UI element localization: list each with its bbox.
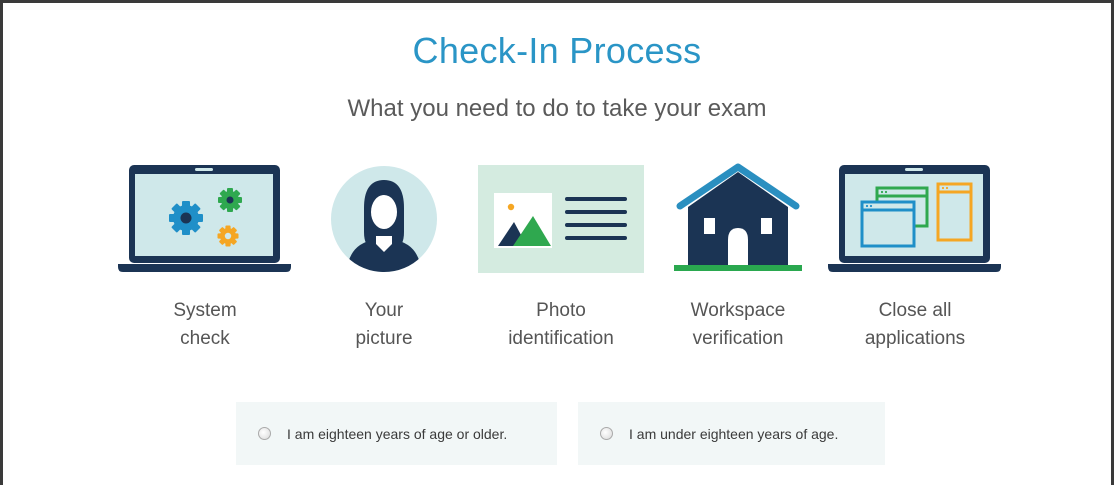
step-label-your-picture: Your picture	[355, 300, 413, 349]
step-label-photo-identification: Photo identification	[508, 300, 614, 349]
radio-label-18-or-older[interactable]: I am eighteen years of age or older.	[287, 426, 507, 442]
age-option-under-18[interactable]: I am under eighteen years of age.	[578, 402, 885, 465]
page-subtitle: What you need to do to take your exam	[347, 95, 767, 122]
step-label-close-all-applications: Close all applications	[864, 300, 966, 349]
laptop-gears-icon	[115, 160, 295, 280]
radio-under-18[interactable]	[600, 427, 613, 440]
person-avatar-icon	[294, 160, 474, 280]
step-label-system-check: System check	[173, 300, 237, 349]
house-icon	[648, 160, 828, 280]
id-card-icon	[471, 160, 651, 280]
frame-border-left	[0, 0, 3, 485]
radio-18-or-older[interactable]	[258, 427, 271, 440]
laptop-windows-icon	[825, 160, 1005, 280]
page-frame: Check-In Process What you need to do to …	[0, 0, 1114, 485]
frame-border-top	[0, 0, 1114, 3]
age-option-18-or-older[interactable]: I am eighteen years of age or older.	[236, 402, 557, 465]
page-title: Check-In Process	[412, 30, 702, 71]
radio-label-under-18[interactable]: I am under eighteen years of age.	[629, 426, 838, 442]
step-label-workspace-verification: Workspace verification	[690, 300, 786, 349]
